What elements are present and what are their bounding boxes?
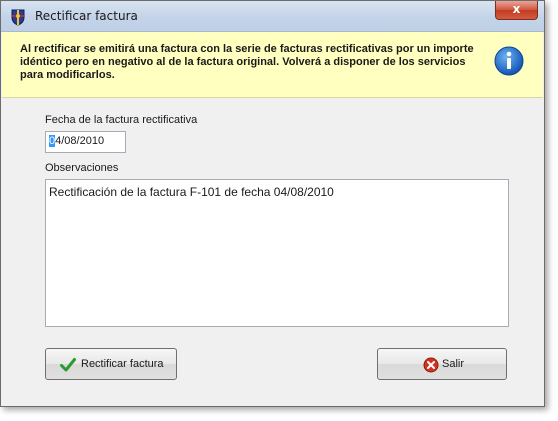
dialog-window: Rectificar factura x Al rectificar se em… [0,0,545,407]
title-bar[interactable]: Rectificar factura x [1,1,544,32]
exit-button-label: Salir [442,358,465,370]
observations-label: Observaciones [45,162,119,174]
exit-button[interactable]: Salir [377,348,507,380]
info-banner: Al rectificar se emitirá una factura con… [2,32,543,98]
close-button[interactable]: x [495,1,538,20]
rectify-button-label: Rectificar factura [81,358,164,370]
cancel-icon [423,357,439,373]
app-shield-icon [11,9,25,26]
check-icon [60,358,76,372]
date-value: 4/08/2010 [55,135,105,147]
rectify-invoice-button[interactable]: Rectificar factura [45,348,177,380]
close-icon: x [512,2,521,16]
date-label: Fecha de la factura rectificativa [45,114,198,126]
observations-textarea[interactable]: Rectificación de la factura F-101 de fec… [45,179,509,327]
info-icon [494,46,524,76]
observations-value: Rectificación de la factura F-101 de fec… [49,185,334,199]
window-title: Rectificar factura [35,9,138,23]
info-message: Al rectificar se emitirá una factura con… [20,43,474,81]
date-field[interactable]: 04/08/2010 [45,131,126,153]
